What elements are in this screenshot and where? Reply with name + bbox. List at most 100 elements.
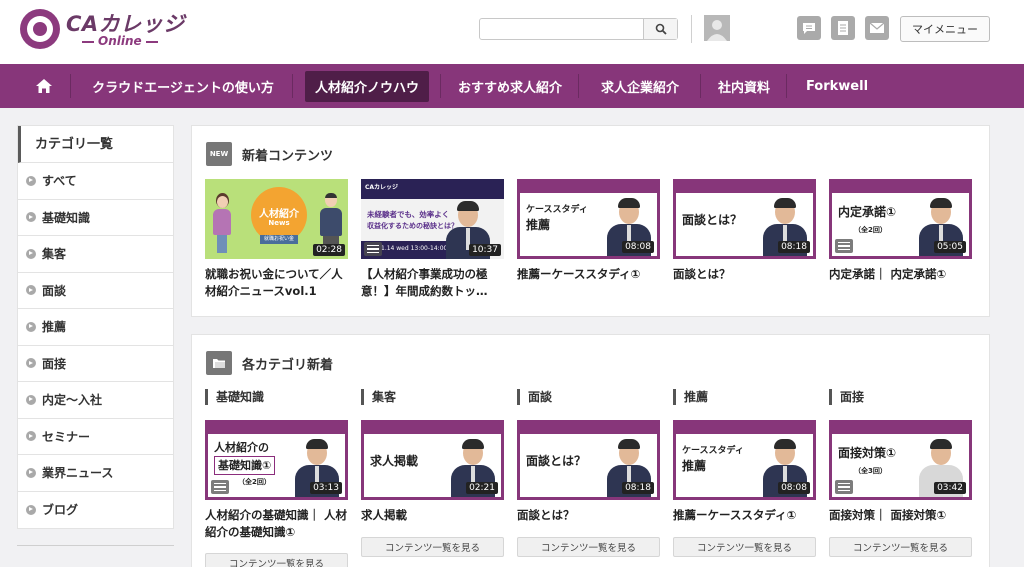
video-title[interactable]: 推薦ーケーススタディ①: [673, 507, 816, 524]
panel-title: 新着コンテンツ: [242, 148, 334, 164]
thumb-logo: CAカレッジ: [365, 184, 399, 191]
mail-icon[interactable]: [865, 16, 889, 40]
video-card[interactable]: 動画で学ぶ人材紹介 求人掲載 02:21 求人掲載: [361, 420, 504, 524]
search-button[interactable]: [643, 19, 677, 39]
view-list-button-interview[interactable]: コンテンツ一覧を見る: [829, 537, 972, 557]
sidebar-item-basics[interactable]: 基礎知識: [18, 200, 173, 236]
view-list-button-acquisition[interactable]: コンテンツ一覧を見る: [361, 537, 504, 557]
search-input[interactable]: [484, 21, 640, 37]
thumb-text: 求人掲載: [370, 454, 419, 468]
nav-item-label: おすすめ求人紹介: [457, 80, 562, 96]
arrow-circle-icon: [26, 467, 36, 478]
playlist-icon: [364, 242, 382, 256]
nav-divider: [700, 74, 701, 98]
video-title[interactable]: 【人材紹介事業成功の極意！】年間成約数トッ…: [361, 266, 504, 300]
nav-divider: [292, 74, 293, 98]
video-card[interactable]: 動画で学ぶ人材紹介 面談とは？ 08:18 面談とは？: [517, 420, 660, 524]
video-thumbnail[interactable]: 動画で学ぶ人材紹介 ケーススタディ 推薦 08:08: [673, 420, 816, 500]
video-thumbnail[interactable]: 動画で学ぶ人材紹介 ケーススタディ 推薦 08:08: [517, 179, 660, 259]
arrow-circle-icon: [26, 248, 36, 259]
thumb-sub: 収益化するための秘訣とは？: [367, 222, 458, 230]
nav-home[interactable]: [20, 64, 68, 108]
video-title[interactable]: 就職お祝い金について／人材紹介ニュースvol.1: [205, 266, 348, 300]
video-card[interactable]: 動画で学ぶ人材紹介 ケーススタディ 推薦 08:08 推薦ーケーススタディ①: [517, 179, 660, 283]
sidebar-item-industry-news[interactable]: 業界ニュース: [18, 455, 173, 492]
video-card[interactable]: 動画で学ぶ人材紹介 面接対策① （全3回） 03:42 面接対策｜ 面接対策①: [829, 420, 972, 524]
video-title[interactable]: 面談とは？: [517, 507, 660, 524]
nav-item-label: Forkwell: [805, 78, 869, 94]
video-thumbnail[interactable]: 動画で学ぶ人材紹介 人材紹介の 基礎知識① （全2回） 03:13: [205, 420, 348, 500]
nav-item-recommended-jobs[interactable]: おすすめ求人紹介: [446, 64, 574, 108]
category-label-interview-meeting[interactable]: 面談: [517, 389, 552, 405]
sidebar-item-seminar[interactable]: セミナー: [18, 419, 173, 455]
video-title[interactable]: 面談とは？: [673, 266, 816, 283]
view-list-button-basics[interactable]: コンテンツ一覧を見る: [205, 553, 348, 567]
thumb-sub: 推薦: [526, 218, 551, 232]
video-title[interactable]: 求人掲載: [361, 507, 504, 524]
sidebar-item-interview[interactable]: 面接: [18, 346, 173, 382]
nav-item-label: 社内資料: [717, 80, 770, 96]
category-label-acquisition[interactable]: 集客: [361, 389, 396, 405]
nav-item-how-to-use[interactable]: クラウドエージェントの使い方: [78, 64, 288, 108]
thumb-text-2: 基礎知識①: [214, 456, 276, 475]
search-icon: [655, 23, 667, 35]
my-menu-button[interactable]: マイメニュー: [900, 16, 990, 42]
panel-title: 各カテゴリ新着: [242, 357, 334, 373]
video-duration: 03:42: [934, 482, 966, 494]
sidebar-item-offer-onboarding[interactable]: 内定〜入社: [18, 382, 173, 419]
thumb-text: 人材紹介: [259, 209, 299, 220]
video-thumbnail[interactable]: 動画で学ぶ人材紹介 求人掲載 02:21: [361, 420, 504, 500]
video-title[interactable]: 推薦ーケーススタディ①: [517, 266, 660, 283]
thumb-series: 動画で学ぶ人材紹介: [366, 422, 429, 430]
thumb-sub: （全2回）: [854, 226, 887, 234]
nav-item-internal-docs[interactable]: 社内資料: [706, 64, 782, 108]
video-thumbnail[interactable]: 動画で学ぶ人材紹介 内定承諾① （全2回） 05:05: [829, 179, 972, 259]
video-duration: 05:05: [934, 241, 966, 253]
video-title[interactable]: 内定承諾｜ 内定承諾①: [829, 266, 972, 283]
nav-item-companies[interactable]: 求人企業紹介: [584, 64, 696, 108]
thumb-series: 動画で学ぶ人材紹介: [522, 181, 585, 189]
video-thumbnail[interactable]: 動画で学ぶ人材紹介 面談とは？ 08:18: [517, 420, 660, 500]
video-title[interactable]: 人材紹介の基礎知識｜ 人材紹介の基礎知識①: [205, 507, 348, 541]
category-label-interview[interactable]: 面接: [829, 389, 864, 405]
thumb-text: ケーススタディ: [526, 205, 588, 215]
video-card[interactable]: CAカレッジ 未経験者でも、効率よく 収益化するための秘訣とは？ 1.14 we…: [361, 179, 504, 300]
video-card[interactable]: 動画で学ぶ人材紹介 面談とは？ 08:18 面談とは？: [673, 179, 816, 283]
video-duration: 10:37: [469, 244, 501, 256]
video-card[interactable]: 動画で学ぶ人材紹介 内定承諾① （全2回） 05:05 内定承諾｜ 内定承諾①: [829, 179, 972, 283]
video-card[interactable]: 動画で学ぶ人材紹介 人材紹介の 基礎知識① （全2回） 03:13 人材紹介の基…: [205, 420, 348, 541]
video-title[interactable]: 面接対策｜ 面接対策①: [829, 507, 972, 524]
sidebar-item-acquisition[interactable]: 集客: [18, 236, 173, 273]
thumb-text: 内定承諾①: [838, 205, 897, 219]
category-label-recommendation[interactable]: 推薦: [673, 389, 708, 405]
sidebar-item-all[interactable]: すべて: [18, 163, 173, 200]
video-thumbnail[interactable]: 動画で学ぶ人材紹介 面接対策① （全3回） 03:42: [829, 420, 972, 500]
view-list-button-interview-meeting[interactable]: コンテンツ一覧を見る: [517, 537, 660, 557]
sidebar-item-blog[interactable]: ブログ: [18, 492, 173, 529]
view-list-button-recommendation[interactable]: コンテンツ一覧を見る: [673, 537, 816, 557]
thumb-series: 動画で学ぶ人材紹介: [834, 181, 897, 189]
thumb-text: 面談とは？: [526, 454, 587, 468]
thumb-series: 動画で学ぶ人材紹介: [678, 181, 741, 189]
thumb-sub: News: [268, 219, 290, 227]
video-duration: 03:13: [310, 482, 342, 494]
category-label-basics[interactable]: 基礎知識: [205, 389, 264, 405]
thumb-small-label: 1.14 wed 13:00-14:00: [381, 245, 448, 252]
message-icon[interactable]: [797, 16, 821, 40]
video-thumbnail[interactable]: CAカレッジ 未経験者でも、効率よく 収益化するための秘訣とは？ 1.14 we…: [361, 179, 504, 259]
sidebar-item-interview-meeting[interactable]: 面談: [18, 273, 173, 309]
video-thumbnail[interactable]: 動画で学ぶ人材紹介 面談とは？ 08:18: [673, 179, 816, 259]
thumb-small-label: 就職お祝い金: [260, 235, 298, 244]
nav-item-recruitment-knowhow[interactable]: 人材紹介ノウハウ: [298, 64, 436, 108]
sidebar-item-recommendation[interactable]: 推薦: [18, 309, 173, 346]
user-avatar-icon[interactable]: [704, 15, 730, 41]
video-thumbnail[interactable]: 人材紹介 News 就職お祝い金 02:28: [205, 179, 348, 259]
document-icon[interactable]: [831, 16, 855, 40]
video-card[interactable]: 動画で学ぶ人材紹介 ケーススタディ 推薦 08:08 推薦ーケーススタディ①: [673, 420, 816, 524]
playlist-icon: [211, 480, 229, 494]
video-card[interactable]: 人材紹介 News 就職お祝い金 02:28 就職お祝い金について／人材紹介ニュ…: [205, 179, 348, 300]
playlist-icon: [835, 239, 853, 253]
site-logo[interactable]: CAカレッジ Online: [20, 8, 184, 54]
new-badge: NEW: [206, 142, 232, 166]
nav-item-forkwell[interactable]: Forkwell: [792, 64, 882, 108]
